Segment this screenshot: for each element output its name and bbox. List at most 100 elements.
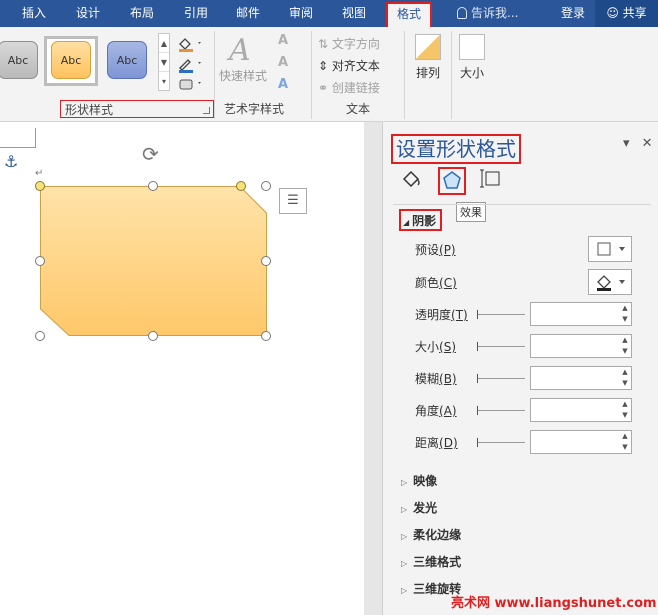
create-link-label: 创建链接 xyxy=(331,81,380,95)
arrange-label: 排列 xyxy=(415,66,440,80)
angle-label: 角度(A) xyxy=(415,402,457,419)
shape-effects-icon[interactable] xyxy=(176,75,206,95)
adjust-handle-right[interactable] xyxy=(236,181,246,191)
align-text-button[interactable]: ⇕ 对齐文本 xyxy=(318,57,380,74)
gallery-more-icon[interactable]: ▾ xyxy=(159,72,169,91)
tab-references[interactable]: 引用 xyxy=(174,0,218,27)
rotate-handle-icon[interactable]: ⟳ xyxy=(142,142,159,166)
tab-design[interactable]: 设计 xyxy=(66,0,110,27)
size-key: (S) xyxy=(439,340,456,354)
shape-outline xyxy=(40,186,267,336)
share-button[interactable]: ☺ 共享 xyxy=(595,0,658,27)
layout-options-icon[interactable]: ☰ xyxy=(279,188,307,214)
adjust-handle-left[interactable] xyxy=(35,181,45,191)
3d-format-section-header[interactable]: ▷ 三维格式 xyxy=(401,553,461,570)
gallery-up-icon[interactable]: ▲ xyxy=(159,34,169,53)
share-label: 共享 xyxy=(622,6,647,20)
shape-fill-icon[interactable] xyxy=(176,35,206,55)
spinner-arrows-icon[interactable]: ▲ ▼ xyxy=(619,367,631,389)
shape-styles-group-label: 形状样式 xyxy=(60,100,214,118)
preset-dropdown[interactable] xyxy=(588,236,632,262)
align-text-icon: ⇕ xyxy=(318,59,329,73)
distance-label: 距离(D) xyxy=(415,434,458,451)
shadow-color-dropdown[interactable] xyxy=(588,269,632,295)
text-fill-icon[interactable]: A xyxy=(278,33,288,48)
fill-line-tab-icon[interactable] xyxy=(397,167,425,195)
arrange-button[interactable]: 排列 xyxy=(412,31,444,93)
tab-review[interactable]: 审阅 xyxy=(279,0,323,27)
group-separator xyxy=(311,31,312,119)
color-label: 颜色(C) xyxy=(415,274,457,291)
tell-me-text: 告诉我... xyxy=(471,6,519,20)
shape-style-gray[interactable]: Abc xyxy=(0,41,38,79)
spinner-arrows-icon[interactable]: ▲ ▼ xyxy=(619,335,631,357)
transparency-key: (T) xyxy=(451,308,468,322)
size-button[interactable]: 大小 xyxy=(456,31,488,93)
tab-view[interactable]: 视图 xyxy=(332,0,376,27)
transparency-text: 透明度 xyxy=(415,308,452,322)
ribbon: Abc Abc Abc ▲ ▼ ▾ 形状样式 A 快速样式 A A A 艺术字样… xyxy=(0,27,658,122)
resize-handle-top[interactable] xyxy=(148,181,158,191)
text-direction-icon: ⇅ xyxy=(318,37,329,51)
text-group-label: 文本 xyxy=(346,102,371,116)
reflection-label: 映像 xyxy=(413,474,438,488)
size-icon xyxy=(459,34,485,60)
spinner-arrows-icon[interactable]: ▲ ▼ xyxy=(619,431,631,453)
shadow-section-header[interactable]: ◢ 阴影 xyxy=(399,209,443,231)
wordart-group-label: 艺术字样式 xyxy=(224,102,285,116)
effects-tab-icon[interactable] xyxy=(438,167,466,195)
login-link[interactable]: 登录 xyxy=(561,0,585,27)
shadow-heading: 阴影 xyxy=(412,214,437,228)
reflection-section-header[interactable]: ▷ 映像 xyxy=(401,472,437,489)
create-link-button[interactable]: ⚭ 创建链接 xyxy=(318,79,380,96)
glow-section-header[interactable]: ▷ 发光 xyxy=(401,499,437,516)
blur-text: 模糊 xyxy=(415,372,440,386)
resize-handle-bottom[interactable] xyxy=(148,331,158,341)
angle-slider[interactable] xyxy=(477,406,525,415)
size-slider[interactable] xyxy=(477,342,525,351)
tab-layout[interactable]: 布局 xyxy=(120,0,164,27)
distance-slider[interactable] xyxy=(477,438,525,447)
resize-handle-top-right[interactable] xyxy=(261,181,271,191)
size-spinner[interactable]: ▲ ▼ xyxy=(530,334,632,358)
spinner-arrows-icon[interactable]: ▲ ▼ xyxy=(619,303,631,325)
shape-style-blue[interactable]: Abc xyxy=(107,41,147,79)
gallery-down-icon[interactable]: ▼ xyxy=(159,53,169,72)
close-icon[interactable]: ✕ xyxy=(642,136,653,151)
collapsed-triangle-icon: ▷ xyxy=(401,478,408,487)
wordart-a-icon[interactable]: A xyxy=(229,33,251,68)
pane-menu-icon[interactable]: ▾ xyxy=(623,136,630,151)
tell-me-box[interactable]: 告诉我... xyxy=(457,0,518,27)
pane-controls: ▾ ✕ xyxy=(623,136,653,151)
tab-insert[interactable]: 插入 xyxy=(12,0,56,27)
size-properties-tab-icon[interactable] xyxy=(477,167,505,195)
resize-handle-bottom-left[interactable] xyxy=(35,331,45,341)
blur-spinner[interactable]: ▲ ▼ xyxy=(530,366,632,390)
text-effects-icon[interactable]: A xyxy=(278,77,288,92)
spinner-arrows-icon[interactable]: ▲ ▼ xyxy=(619,399,631,421)
anchor-icon[interactable]: ⚓ xyxy=(4,152,18,171)
dialog-launcher-icon[interactable] xyxy=(203,107,210,114)
quick-styles-button[interactable]: 快速样式 xyxy=(219,67,267,84)
distance-spinner[interactable]: ▲ ▼ xyxy=(530,430,632,454)
resize-handle-bottom-right[interactable] xyxy=(261,331,271,341)
blur-slider[interactable] xyxy=(477,374,525,383)
shape-outline-icon[interactable] xyxy=(176,55,206,75)
tab-mailings[interactable]: 邮件 xyxy=(226,0,270,27)
resize-handle-right[interactable] xyxy=(261,256,271,266)
tab-format[interactable]: 格式 xyxy=(386,2,432,27)
soft-edges-label: 柔化边缘 xyxy=(413,528,462,542)
transparency-slider[interactable] xyxy=(477,310,525,319)
angle-spinner[interactable]: ▲ ▼ xyxy=(530,398,632,422)
shape-style-orange[interactable]: Abc xyxy=(51,41,91,79)
text-direction-button[interactable]: ⇅ 文字方向 xyxy=(318,35,380,52)
resize-handle-left[interactable] xyxy=(35,256,45,266)
person-icon: ☺ xyxy=(606,6,619,20)
color-text: 颜色 xyxy=(415,276,440,290)
transparency-spinner[interactable]: ▲ ▼ xyxy=(530,302,632,326)
text-outline-icon[interactable]: A xyxy=(278,55,288,70)
collapsed-triangle-icon: ▷ xyxy=(401,559,408,568)
lightbulb-icon xyxy=(457,7,467,19)
size-text: 大小 xyxy=(415,340,440,354)
soft-edges-section-header[interactable]: ▷ 柔化边缘 xyxy=(401,526,461,543)
